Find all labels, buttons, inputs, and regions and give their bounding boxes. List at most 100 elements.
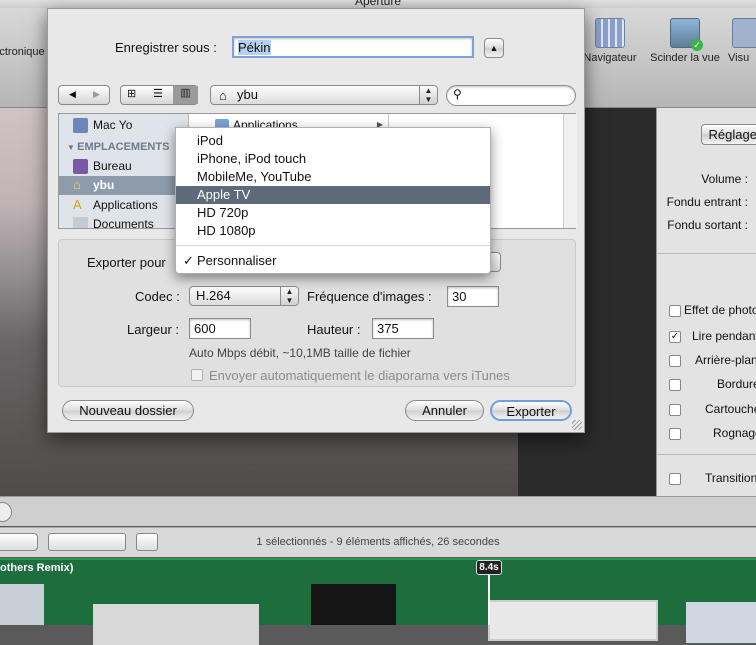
transition-checkbox[interactable] xyxy=(669,473,681,485)
view-mode-segment[interactable]: ⊞ ☰ ▥ xyxy=(120,85,198,105)
back-arrow-icon[interactable]: ◀ xyxy=(69,89,76,100)
caption-checkbox[interactable] xyxy=(669,404,681,416)
cancel-button[interactable]: Annuler xyxy=(405,400,484,421)
forward-arrow-icon[interactable]: ▶ xyxy=(93,89,100,100)
sidebar: Mac Yo ▼ EMPLACEMENTS Bureau ⌂ ybu A App… xyxy=(59,114,189,228)
toolbar-left-button[interactable]: ctronique xyxy=(0,46,48,58)
documents-icon xyxy=(73,217,88,228)
photo-effect-checkbox[interactable] xyxy=(669,305,681,317)
search-icon: ⚲ xyxy=(453,87,462,101)
menu-item-ipod[interactable]: iPod xyxy=(176,132,490,150)
crop-checkbox[interactable] xyxy=(669,428,681,440)
export-button[interactable]: Exporter xyxy=(490,400,572,421)
computer-icon xyxy=(73,118,88,133)
transition-label: Transition xyxy=(705,471,756,485)
filename-value: Pékin xyxy=(238,40,271,55)
itunes-label: Envoyer automatiquement le diaporama ver… xyxy=(209,368,510,383)
sidebar-item-label: Documents xyxy=(93,217,154,228)
back-forward-segment[interactable]: ◀ ▶ xyxy=(58,85,110,105)
sidebar-item-applications[interactable]: A Applications xyxy=(59,196,189,215)
menu-item-mobileme[interactable]: MobileMe, YouTube xyxy=(176,168,490,186)
disclosure-triangle-icon[interactable]: ▼ xyxy=(67,143,77,152)
sidebar-item-documents[interactable]: Documents xyxy=(59,215,189,228)
icon-view-icon[interactable]: ⊞ xyxy=(127,87,136,100)
popup-arrows-icon: ▲ ▼ xyxy=(419,86,437,104)
volume-label: Volume : xyxy=(701,172,748,186)
timeline-thumbnail[interactable] xyxy=(686,602,756,643)
background-checkbox[interactable] xyxy=(669,355,681,367)
codec-value: H.264 xyxy=(196,288,231,303)
resize-grip-icon[interactable] xyxy=(572,420,582,430)
sidebar-section-label: EMPLACEMENTS xyxy=(77,141,170,153)
status-summary: 1 sélectionnés - 9 éléments affichés, 26… xyxy=(256,536,500,548)
fps-field[interactable]: 30 xyxy=(447,286,499,307)
height-field[interactable]: 375 xyxy=(372,318,434,339)
reglages-button[interactable]: Réglages xyxy=(701,124,756,145)
checkmark-icon: ✓ xyxy=(183,253,194,268)
photo-effect-label: Effet de photo xyxy=(684,303,756,317)
itunes-checkbox[interactable] xyxy=(191,369,203,381)
width-field[interactable]: 600 xyxy=(189,318,251,339)
codec-popup[interactable]: H.264 ▲ ▼ xyxy=(189,286,299,306)
viewer-icon xyxy=(732,18,756,48)
sidebar-item-label: Bureau xyxy=(93,159,132,173)
menu-item-custom[interactable]: ✓ Personnaliser xyxy=(176,252,490,270)
visu-button[interactable]: Visu xyxy=(728,18,756,64)
play-during-checkbox[interactable]: ✓ xyxy=(669,331,681,343)
fade-in-label: Fondu entrant : xyxy=(666,195,748,209)
menu-item-hd1080[interactable]: HD 1080p xyxy=(176,222,490,240)
fps-label: Fréquence d'images : xyxy=(307,289,432,304)
applications-icon: A xyxy=(73,197,82,212)
fade-out-label: Fondu sortant : xyxy=(667,218,748,232)
crop-label: Rognage xyxy=(713,426,756,440)
height-label: Hauteur : xyxy=(307,322,361,337)
sidebar-item-label: Applications xyxy=(93,198,158,212)
menu-item-custom-label: Personnaliser xyxy=(197,253,277,268)
sidebar-item-bureau[interactable]: Bureau xyxy=(59,157,189,176)
playhead-time[interactable]: 8.4s xyxy=(476,560,502,575)
column-view-icon[interactable]: ▥ xyxy=(173,86,198,104)
timeline-thumbnail-selected[interactable] xyxy=(488,600,658,641)
timeline-thumbnail[interactable] xyxy=(0,584,44,625)
grid-icon xyxy=(595,18,625,48)
location-popup[interactable]: ⌂ ybu ▲ ▼ xyxy=(210,85,438,105)
playhead-line[interactable] xyxy=(488,575,490,625)
save-as-label: Enregistrer sous : xyxy=(115,40,217,55)
play-during-label: Lire pendant xyxy=(692,329,756,343)
codec-label: Codec : xyxy=(135,289,180,304)
divider xyxy=(657,454,756,455)
list-view-icon[interactable]: ☰ xyxy=(153,87,163,100)
menu-item-hd720[interactable]: HD 720p xyxy=(176,204,490,222)
scinder-label: Scinder la vue xyxy=(650,52,720,64)
sidebar-item-mac[interactable]: Mac Yo xyxy=(59,116,189,135)
export-for-label: Exporter pour xyxy=(87,255,166,270)
split-view-icon: ✓ xyxy=(670,18,703,51)
background-label: Arrière-plan xyxy=(695,353,756,367)
collapse-button[interactable]: ▲ xyxy=(484,38,504,58)
inspector-panel: Réglages Volume : Fondu entrant : Fondu … xyxy=(656,108,756,496)
sidebar-section-header: ▼ EMPLACEMENTS xyxy=(59,138,189,157)
home-icon: ⌂ xyxy=(219,88,227,103)
sidebar-item-ybu[interactable]: ⌂ ybu xyxy=(59,176,189,195)
scinder-button[interactable]: ✓ Scinder la vue xyxy=(644,18,726,64)
caption-label: Cartouche xyxy=(705,402,756,416)
toolbar-left-label: ctronique xyxy=(0,46,45,58)
timeline-thumbnail[interactable] xyxy=(311,584,396,625)
menu-separator xyxy=(176,245,490,246)
width-label: Largeur : xyxy=(127,322,180,337)
rotate-icon[interactable] xyxy=(0,502,12,522)
desktop-icon xyxy=(73,159,88,174)
filename-field[interactable]: Pékin xyxy=(232,36,474,58)
menu-item-iphone[interactable]: iPhone, iPod touch xyxy=(176,150,490,168)
divider xyxy=(657,253,756,254)
menu-item-appletv[interactable]: Apple TV xyxy=(176,186,490,204)
sidebar-item-label: ybu xyxy=(93,178,115,192)
bitrate-info: Auto Mbps débit, ~10,1MB taille de fichi… xyxy=(189,346,411,360)
search-field[interactable]: ⚲ xyxy=(446,85,576,106)
navigateur-button[interactable]: Navigateur xyxy=(578,18,642,64)
scrollbar[interactable] xyxy=(563,114,577,228)
viewer-controls-bar xyxy=(0,496,756,526)
border-checkbox[interactable] xyxy=(669,379,681,391)
new-folder-button[interactable]: Nouveau dossier xyxy=(62,400,194,421)
timeline-track-label: others Remix) xyxy=(0,562,74,574)
